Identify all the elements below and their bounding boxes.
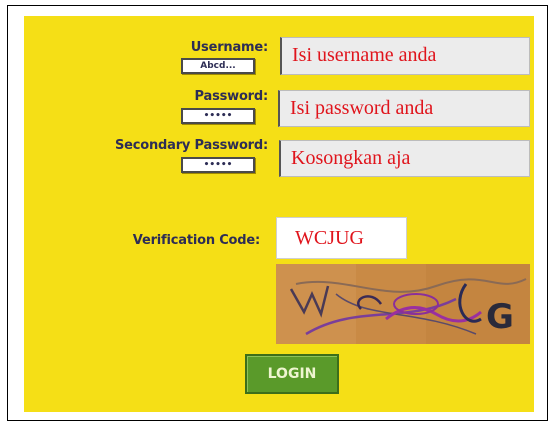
login-button[interactable]: LOGIN (245, 354, 339, 394)
verification-code-input[interactable]: WCJUG (276, 217, 407, 259)
secondary-password-input[interactable]: Kosongkan aja (279, 140, 530, 177)
secondary-password-hint-box: ••••• (181, 157, 255, 173)
captcha-image: G (276, 264, 530, 344)
captcha-graphic: G (276, 264, 530, 344)
login-panel (24, 16, 534, 412)
password-input[interactable]: Isi password anda (278, 90, 530, 127)
password-label: Password: (194, 89, 269, 104)
verification-code-label: Verification Code: (132, 233, 260, 248)
svg-text:G: G (486, 297, 514, 337)
username-input[interactable]: Isi username anda (280, 37, 530, 75)
password-hint-box: ••••• (181, 108, 255, 124)
secondary-password-label: Secondary Password: (114, 138, 268, 153)
username-label: Username: (190, 40, 269, 55)
username-hint-box: Abcd... (181, 58, 255, 74)
